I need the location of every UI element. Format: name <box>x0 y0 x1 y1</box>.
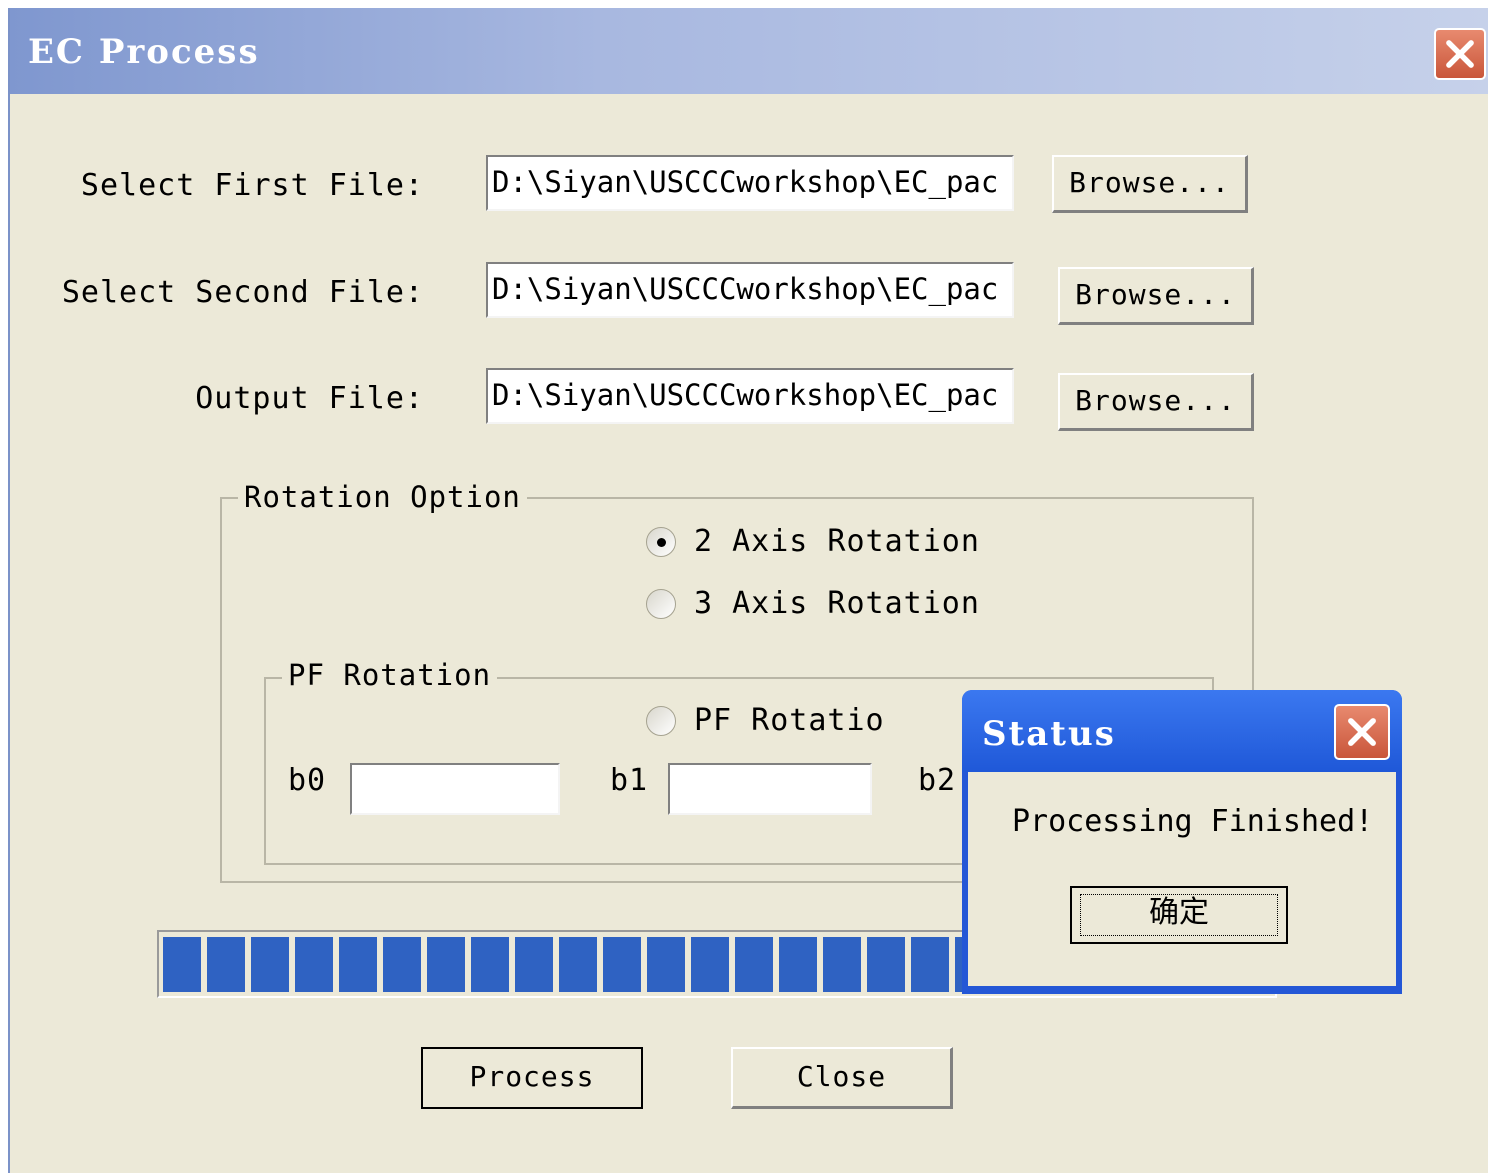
two-axis-radio[interactable] <box>646 527 676 557</box>
progress-segment <box>647 937 685 992</box>
radio-selected-dot <box>657 538 666 547</box>
rotation-option-title: Rotation Option <box>238 480 527 514</box>
three-axis-radio[interactable] <box>646 589 676 619</box>
progress-segment <box>295 937 333 992</box>
second-file-input[interactable]: D:\Siyan\USCCCworkshop\EC_pac <box>486 262 1014 318</box>
first-file-browse-button[interactable]: Browse... <box>1052 155 1248 213</box>
progress-segment <box>823 937 861 992</box>
title-bar[interactable]: EC Process <box>10 8 1488 94</box>
three-axis-label[interactable]: 3 Axis Rotation <box>694 586 980 621</box>
b1-label: b1 <box>610 763 649 798</box>
output-file-browse-button[interactable]: Browse... <box>1058 373 1254 431</box>
status-dialog-close-button[interactable] <box>1334 704 1390 760</box>
status-dialog: Status Processing Finished! 确定 <box>962 690 1402 994</box>
progress-segment <box>251 937 289 992</box>
first-file-label: Select First File: <box>80 168 424 203</box>
process-button[interactable]: Process <box>421 1047 643 1109</box>
progress-segment <box>427 937 465 992</box>
first-file-input[interactable]: D:\Siyan\USCCCworkshop\EC_pac <box>486 155 1014 211</box>
progress-segment <box>339 937 377 992</box>
progress-segment <box>207 937 245 992</box>
progress-segment <box>515 937 553 992</box>
status-dialog-title: Status <box>982 714 1116 754</box>
b0-input[interactable] <box>350 763 560 815</box>
two-axis-label[interactable]: 2 Axis Rotation <box>694 524 980 559</box>
pf-rotation-title: PF Rotation <box>282 658 498 692</box>
second-file-label: Select Second File: <box>61 275 424 310</box>
output-file-input[interactable]: D:\Siyan\USCCCworkshop\EC_pac <box>486 368 1014 424</box>
pf-rotation-label[interactable]: PF Rotatio <box>694 703 885 738</box>
second-file-browse-button[interactable]: Browse... <box>1058 267 1254 325</box>
progress-segment <box>471 937 509 992</box>
progress-segment <box>603 937 641 992</box>
window-title: EC Process <box>28 32 260 72</box>
window-close-button[interactable] <box>1434 28 1486 80</box>
pf-rotation-radio[interactable] <box>646 706 676 736</box>
focus-rectangle <box>1080 894 1278 936</box>
b1-input[interactable] <box>668 763 872 815</box>
progress-segment <box>383 937 421 992</box>
progress-segment <box>911 937 949 992</box>
b0-label: b0 <box>288 763 327 798</box>
progress-segment <box>559 937 597 992</box>
close-icon <box>1446 40 1474 68</box>
status-message: Processing Finished! <box>1012 804 1374 839</box>
progress-segment <box>735 937 773 992</box>
close-button[interactable]: Close <box>731 1047 953 1109</box>
ok-button[interactable]: 确定 <box>1070 886 1288 944</box>
output-file-label: Output File: <box>195 381 424 416</box>
b2-label: b2 <box>918 763 957 798</box>
status-dialog-body: Processing Finished! 确定 <box>968 772 1396 986</box>
progress-segment <box>163 937 201 992</box>
status-dialog-title-bar[interactable]: Status <box>962 690 1402 772</box>
progress-segment <box>691 937 729 992</box>
close-icon <box>1348 718 1376 746</box>
progress-segment <box>779 937 817 992</box>
progress-segment <box>867 937 905 992</box>
